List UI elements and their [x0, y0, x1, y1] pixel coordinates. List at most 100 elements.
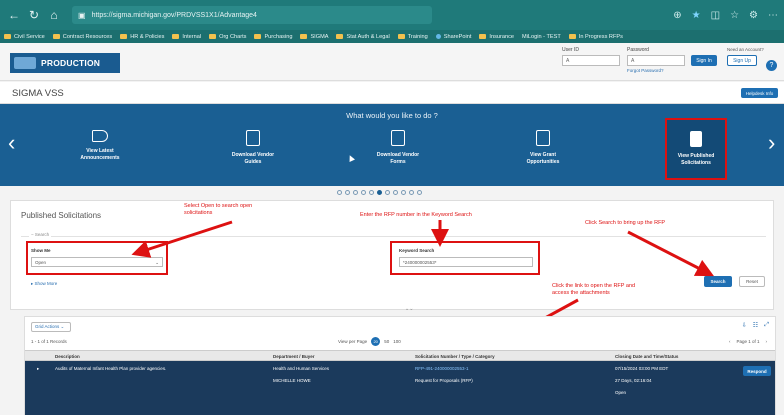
folder-icon	[209, 34, 217, 39]
environment-label: PRODUCTION	[41, 58, 101, 68]
zoom-icon[interactable]: ⊕	[673, 10, 681, 21]
row-closing-date: 07/15/2024 03:00 PM EDT	[615, 366, 669, 371]
folder-icon	[120, 34, 128, 39]
bookmark-purchasing[interactable]: Purchasing	[254, 34, 292, 40]
folder-icon	[397, 34, 405, 39]
forgot-password-link[interactable]: Forgot Password?	[627, 68, 664, 73]
bookmark-insurance[interactable]: Insurance	[479, 34, 514, 40]
respond-button[interactable]: Respond	[743, 366, 771, 376]
address-bar[interactable]: ▣ https://sigma.michigan.gov/PRDVSS1X1/A…	[72, 6, 432, 24]
page-title: SIGMA VSS	[12, 88, 64, 99]
carousel-next-icon[interactable]: ›	[768, 132, 775, 154]
columns-icon[interactable]: ☷	[753, 322, 758, 329]
reset-button[interactable]: Reset	[739, 276, 765, 287]
bookmark-civil-service[interactable]: Civil Service	[4, 34, 45, 40]
col-closing[interactable]: Closing Date and Time/Status	[615, 354, 678, 359]
refresh-icon[interactable]: ↻	[26, 8, 42, 22]
collapse-chevron-icon[interactable]: ⌄⌄	[405, 306, 413, 312]
search-button[interactable]: Search	[704, 276, 732, 287]
password-input[interactable]: A	[627, 55, 685, 66]
folder-icon	[300, 34, 308, 39]
bookmark-stat-auth[interactable]: Stat Auth & Legal	[336, 34, 390, 40]
favorites-icon[interactable]: ☆	[730, 10, 739, 21]
per-page-100[interactable]: 100	[393, 339, 401, 344]
sign-in-button[interactable]: Sign In	[691, 55, 717, 66]
carousel-dot[interactable]	[361, 190, 366, 195]
bookmark-in-progress-rfps[interactable]: In Progress RFPs	[568, 34, 623, 40]
help-icon[interactable]: ?	[766, 60, 777, 71]
per-page-50[interactable]: 50	[384, 339, 389, 344]
annotation-box-solicitations	[665, 118, 727, 180]
annotation-click-link: Click the link to open the RFP and acces…	[552, 283, 636, 296]
bookmark-milogin-test[interactable]: MiLogin - TEST	[522, 34, 561, 40]
home-icon[interactable]: ⌂	[46, 8, 62, 22]
table-row: ▸ Audits of Maternal Infant Health Plan …	[25, 361, 775, 415]
folder-icon	[336, 34, 344, 39]
annotation-click-search: Click Search to bring up the RFP	[585, 220, 666, 226]
more-icon[interactable]: ⋯	[768, 10, 778, 21]
sigma-logo[interactable]: PRODUCTION	[10, 53, 120, 73]
carousel-dot[interactable]	[417, 190, 422, 195]
carousel-dot[interactable]	[377, 190, 382, 195]
search-legend[interactable]: − Search	[29, 232, 52, 237]
slide-vendor-forms[interactable]: Download Vendor Forms	[358, 130, 438, 165]
carousel-dot[interactable]	[393, 190, 398, 195]
rfp-number-link[interactable]: RFP-491-240000002553-1	[415, 366, 469, 371]
user-id-input[interactable]: A	[562, 55, 620, 66]
expand-icon[interactable]: ⤢	[764, 322, 769, 329]
annotation-box-keyword	[390, 241, 540, 275]
carousel-pagination	[0, 186, 784, 200]
annotation-enter-rfp: Enter the RFP number in the Keyword Sear…	[360, 212, 472, 218]
folder-icon	[52, 34, 60, 39]
row-department: Health and Human Services	[273, 366, 330, 371]
carousel-prev-icon[interactable]: ‹	[8, 132, 15, 154]
slide-announcements[interactable]: View Latest Announcements	[60, 130, 140, 161]
carousel-dot[interactable]	[409, 190, 414, 195]
split-screen-icon[interactable]: ◫	[711, 10, 720, 21]
bookmark-sharepoint[interactable]: SharePoint	[435, 34, 471, 40]
pager: ‹ Page 1 of 1 ›	[728, 339, 768, 344]
export-icon[interactable]: ⇩	[742, 322, 747, 329]
bookmark-hr-policies[interactable]: HR & Policies	[120, 34, 164, 40]
records-count: 1 - 1 of 1 Records	[31, 339, 67, 344]
search-divider	[21, 236, 766, 237]
col-solicitation[interactable]: Solicitation Number / Type / Category	[415, 354, 495, 359]
row-status: Open	[615, 390, 627, 395]
bookmarks-bar: Civil Service Contract Resources HR & Po…	[0, 30, 784, 43]
grid-tools: ⇩ ☷ ⤢	[742, 322, 769, 329]
back-icon[interactable]: ←	[6, 8, 22, 22]
bookmark-org-charts[interactable]: Org Charts	[209, 34, 246, 40]
row-days-remaining: 27 Days, 02:16:04	[615, 378, 652, 383]
folder-icon	[479, 34, 487, 39]
per-page-20[interactable]: 20	[371, 337, 381, 346]
prev-page-icon[interactable]: ‹	[729, 339, 731, 344]
slide-vendor-guides[interactable]: Download Vendor Guides	[213, 130, 293, 165]
col-description[interactable]: Description	[55, 354, 80, 359]
bookmark-sigma[interactable]: SIGMA	[300, 34, 328, 40]
carousel-dot[interactable]	[337, 190, 342, 195]
carousel-dot[interactable]	[369, 190, 374, 195]
browser-toolbar: ← ↻ ⌂ ▣ https://sigma.michigan.gov/PRDVS…	[0, 0, 784, 30]
row-buyer: MICHELLE HOWE	[273, 378, 311, 383]
bookmark-contract-resources[interactable]: Contract Resources	[52, 34, 112, 40]
carousel-dot[interactable]	[401, 190, 406, 195]
sign-up-button[interactable]: Sign Up	[727, 55, 757, 66]
carousel-dot[interactable]	[345, 190, 350, 195]
col-department[interactable]: Department / Buyer	[273, 354, 315, 359]
favorite-star-icon[interactable]: ★	[692, 10, 701, 21]
annotation-select-open: Select Open to search open solicitations	[184, 203, 253, 216]
url-text: https://sigma.michigan.gov/PRDVSS1X1/Adv…	[91, 11, 257, 19]
next-page-icon[interactable]: ›	[766, 339, 768, 344]
slide-grant-opportunities[interactable]: View Grant Opportunities	[503, 130, 583, 165]
megaphone-icon	[92, 130, 108, 142]
expand-row-icon[interactable]: ▸	[37, 366, 39, 372]
extensions-icon[interactable]: ⚙	[749, 10, 758, 21]
annotation-box-show-me	[26, 241, 168, 275]
show-more-link[interactable]: ▸ Show More	[31, 281, 57, 287]
carousel-dot[interactable]	[385, 190, 390, 195]
bookmark-internal[interactable]: Internal	[172, 34, 201, 40]
helpdesk-info-button[interactable]: Helpdesk Info	[741, 88, 778, 98]
carousel-dot[interactable]	[353, 190, 358, 195]
bookmark-training[interactable]: Training	[397, 34, 428, 40]
grid-actions-dropdown[interactable]: Grid Actions ⌄	[31, 322, 71, 332]
